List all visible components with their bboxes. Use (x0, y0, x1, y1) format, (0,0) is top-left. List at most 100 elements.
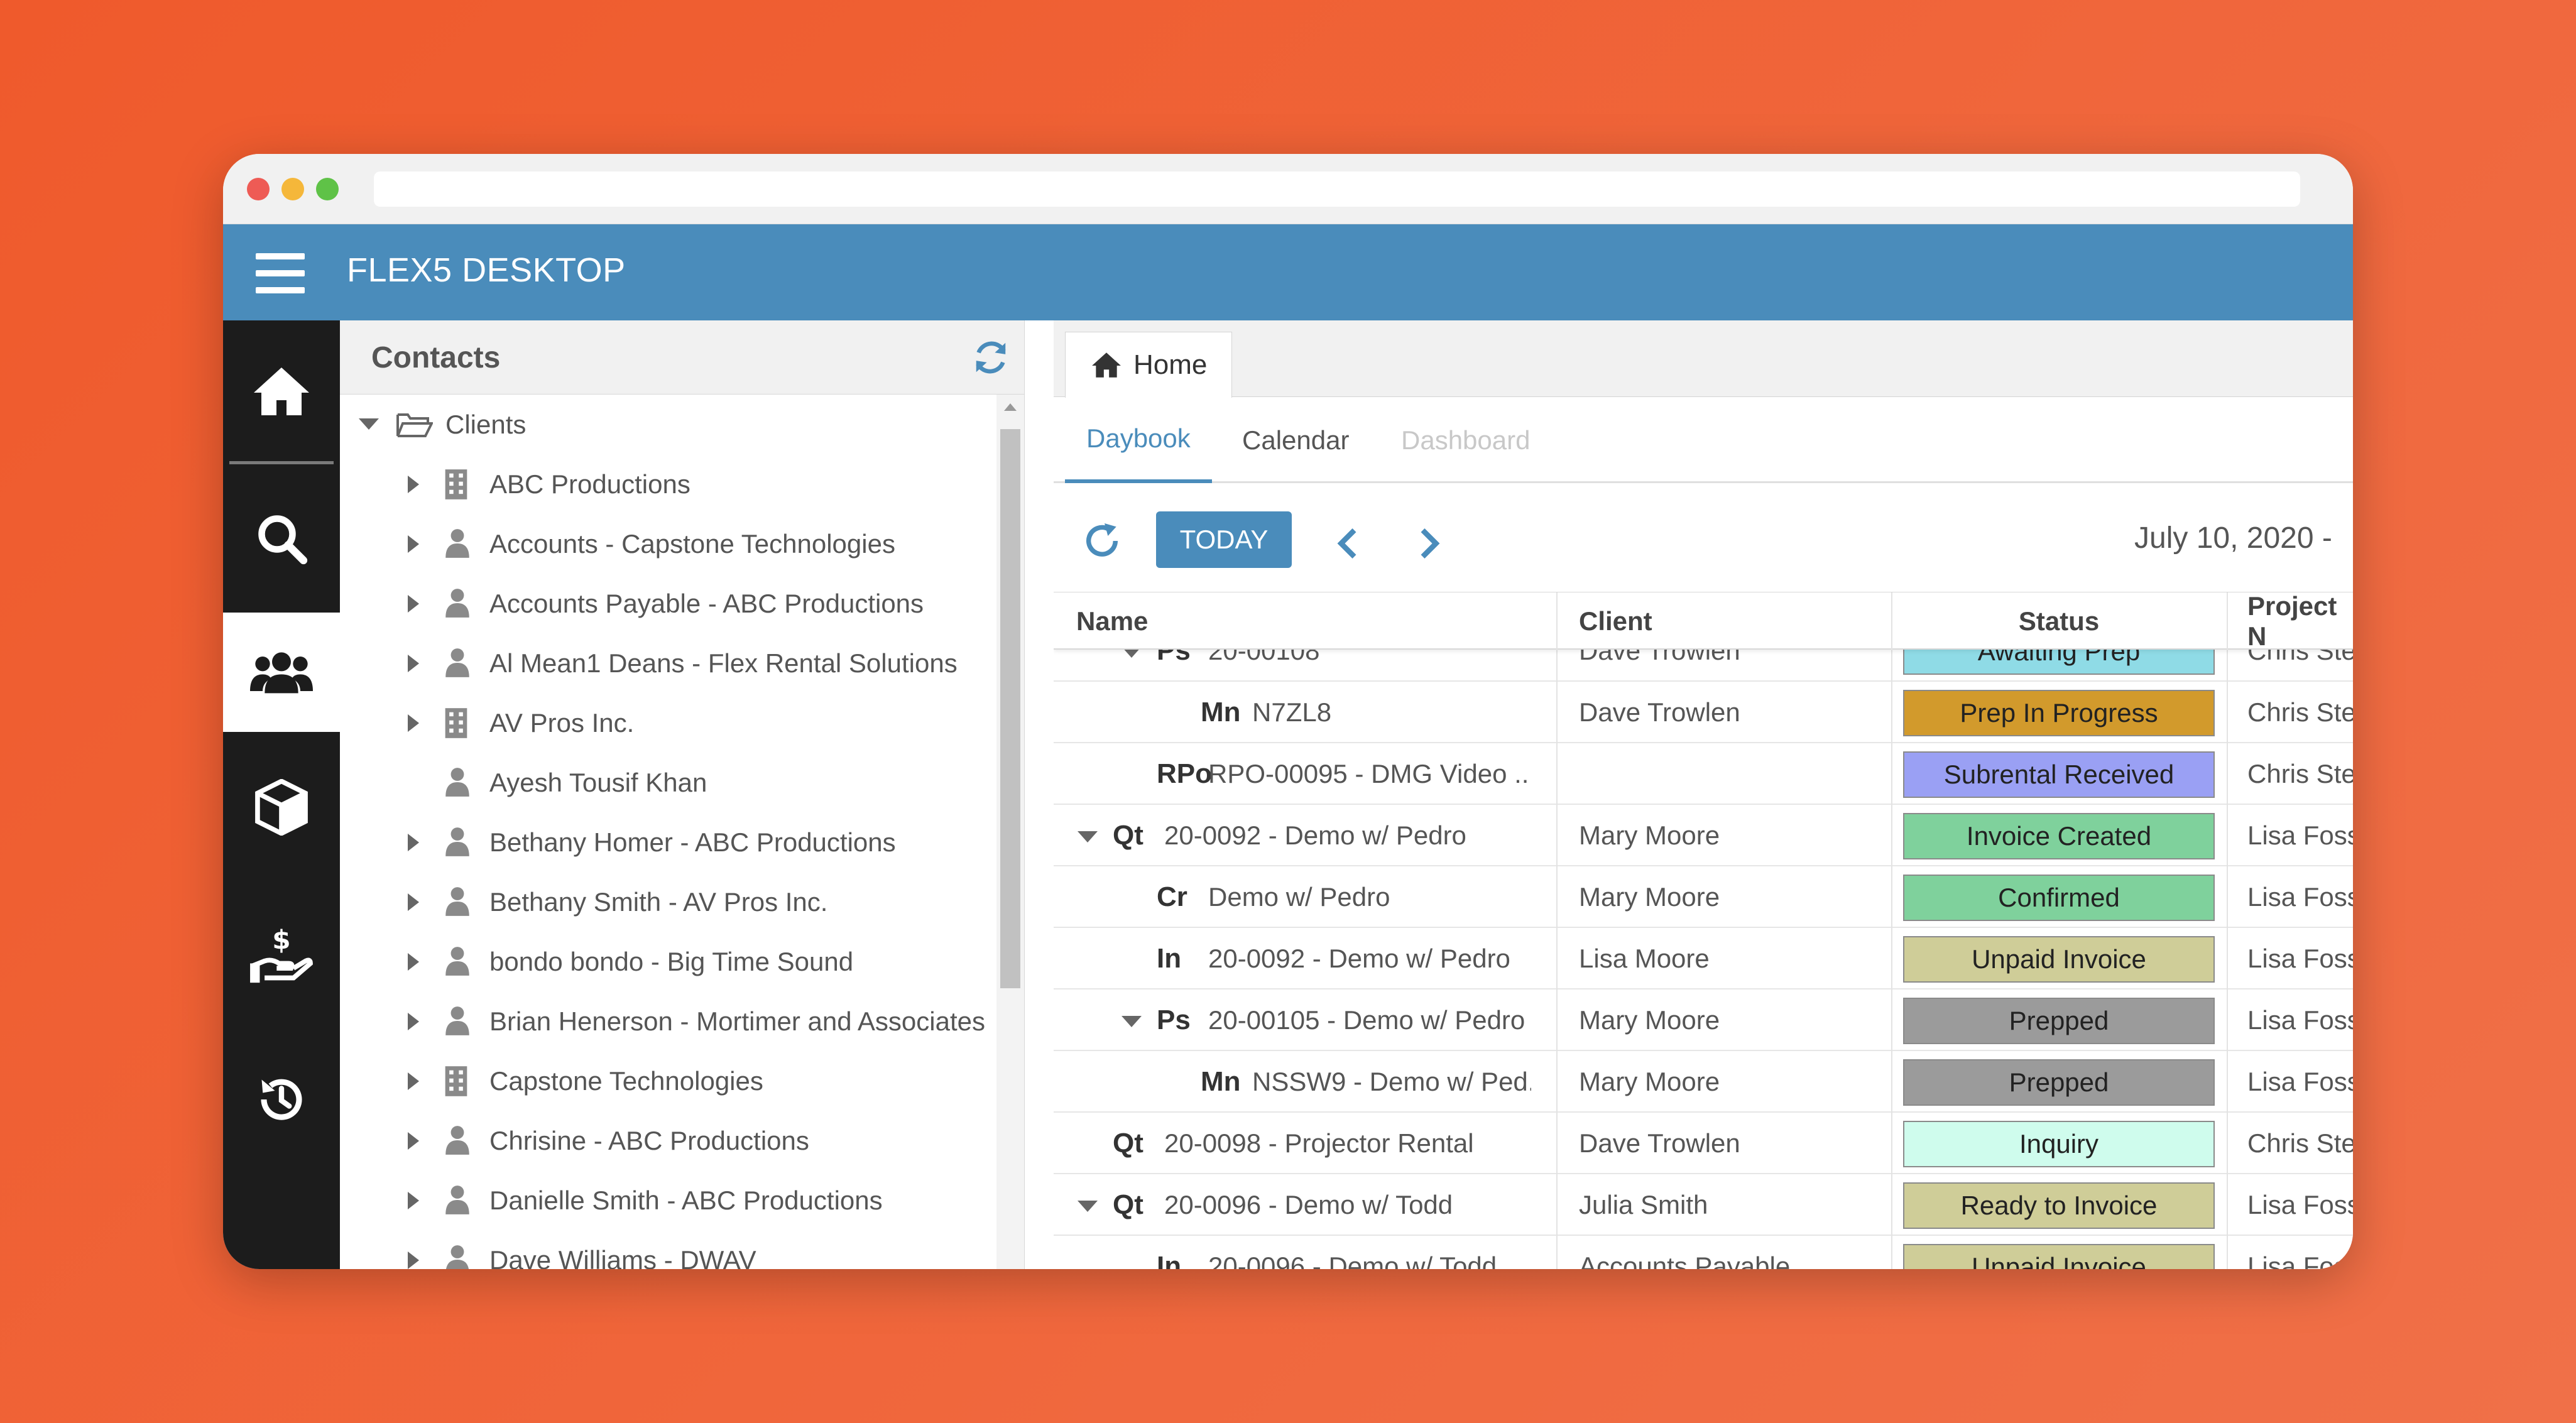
column-header-client[interactable]: Client (1579, 592, 1652, 650)
current-date: July 10, 2020 - (2134, 521, 2332, 555)
nav-finance[interactable]: $ (223, 883, 340, 1027)
chevron-right-icon[interactable] (408, 535, 419, 553)
table-row[interactable]: Qt 20-0092 - Demo w/ Pedro Mary Moore Invoi… (1054, 805, 2353, 866)
chevron-right-icon[interactable] (408, 595, 419, 613)
chevron-right-icon[interactable] (408, 834, 419, 851)
row-client: Dave Trowlen (1579, 1128, 1740, 1158)
chevron-left-icon[interactable] (1334, 526, 1362, 561)
chevron-down-icon[interactable] (359, 418, 379, 430)
contact-list-item[interactable]: Danielle Smith - ABC Productions (340, 1170, 1012, 1230)
table-row[interactable]: In 20-0096 - Demo w/ Todd Accounts Payable… (1054, 1236, 2353, 1269)
row-name: 20-00105 - Demo w/ Pedro (1208, 1005, 1525, 1035)
table-row[interactable]: Mn NSSW9 - Demo w/ Ped... Mary Moore Preppe… (1054, 1051, 2353, 1113)
row-project-manager: Lisa Foss (2247, 1067, 2353, 1096)
column-divider (1891, 1113, 1892, 1174)
status-badge: Prepped (1903, 1059, 2215, 1106)
chevron-right-icon[interactable] (1416, 526, 1443, 561)
nav-search[interactable] (223, 464, 340, 613)
tree-root-clients[interactable]: Clients (340, 395, 1012, 454)
today-button[interactable]: TODAY (1156, 511, 1292, 568)
close-window-button[interactable] (247, 178, 270, 200)
contact-list-item[interactable]: Accounts - Capstone Technologies (340, 514, 1012, 574)
grid-header: Name Client Status Project N (1054, 592, 2353, 651)
contacts-header: Contacts (340, 320, 1024, 395)
contacts-scrollbar[interactable] (996, 395, 1024, 1269)
status-badge: Prepped (1903, 998, 2215, 1044)
column-divider (1556, 1174, 1558, 1236)
status-badge: Inquiry (1903, 1121, 2215, 1167)
record-type-icon: In (1157, 1251, 1182, 1269)
chevron-right-icon[interactable] (408, 655, 419, 672)
scrollbar-thumb[interactable] (1000, 429, 1020, 988)
contact-list-item[interactable]: Bethany Smith - AV Pros Inc. (340, 872, 1012, 932)
column-header-status[interactable]: Status (1891, 592, 2227, 650)
table-row[interactable]: Qt 20-0096 - Demo w/ Todd Julia Smith Ready… (1054, 1174, 2353, 1236)
address-bar[interactable] (374, 172, 2300, 207)
nav-inventory[interactable] (223, 732, 340, 883)
column-header-project-manager[interactable]: Project N (2247, 592, 2353, 651)
contact-list-item[interactable]: Chrisine - ABC Productions (340, 1111, 1012, 1170)
record-type-icon: Mn (1201, 697, 1241, 728)
row-client: Mary Moore (1579, 1067, 1720, 1096)
table-row[interactable]: Qt 20-0098 - Projector Rental Dave Trowlen… (1054, 1113, 2353, 1174)
person-icon (444, 946, 471, 983)
table-row[interactable]: RPo RPO-00095 - DMG Video ... Subrental Re… (1054, 743, 2353, 805)
refresh-icon[interactable] (1082, 521, 1122, 561)
contact-list-item[interactable]: Dave Williams - DWAV (340, 1230, 1012, 1269)
contact-list-item[interactable]: AV Pros Inc. (340, 693, 1012, 753)
nav-history[interactable] (223, 1027, 340, 1172)
tab-home[interactable]: Home (1065, 332, 1232, 398)
contact-list-item[interactable]: bondo bondo - Big Time Sound (340, 932, 1012, 991)
person-icon (444, 1005, 471, 1043)
row-name: Demo w/ Pedro (1208, 882, 1390, 912)
chevron-down-icon[interactable] (1122, 1016, 1142, 1027)
tab-dashboard[interactable]: Dashboard (1401, 397, 1530, 483)
chevron-right-icon[interactable] (408, 1192, 419, 1209)
scroll-up-icon[interactable] (1004, 403, 1017, 411)
contacts-tree: Clients ABC Productions Accounts - Capsto… (340, 395, 1012, 1269)
table-row[interactable]: In 20-0092 - Demo w/ Pedro Lisa Moore Unpai… (1054, 928, 2353, 990)
table-row[interactable]: Mn N7ZL8 Dave Trowlen Prep In Progress Chris… (1054, 682, 2353, 743)
chevron-down-icon[interactable] (1078, 1201, 1098, 1212)
tab-daybook[interactable]: Daybook (1065, 397, 1212, 483)
row-project-manager: Lisa Foss (2247, 1005, 2353, 1035)
contact-list-item[interactable]: Capstone Technologies (340, 1051, 1012, 1111)
chevron-right-icon[interactable] (408, 714, 419, 732)
contact-label: Accounts Payable - ABC Productions (489, 588, 924, 618)
chevron-right-icon[interactable] (408, 1013, 419, 1030)
table-row[interactable]: Ps 20-00105 - Demo w/ Pedro Mary Moore Prep… (1054, 990, 2353, 1051)
chevron-right-icon[interactable] (408, 1132, 419, 1150)
contact-list-item[interactable]: Ayesh Tousif Khan (340, 753, 1012, 812)
chevron-right-icon[interactable] (408, 1072, 419, 1090)
contact-list-item[interactable]: Bethany Homer - ABC Productions (340, 812, 1012, 872)
record-type-icon: Mn (1201, 1066, 1241, 1097)
chevron-down-icon[interactable] (1078, 831, 1098, 842)
column-divider (1556, 682, 1558, 743)
tab-calendar[interactable]: Calendar (1242, 397, 1349, 483)
person-icon (444, 587, 471, 625)
column-divider (1891, 866, 1892, 928)
chevron-right-icon[interactable] (408, 893, 419, 911)
contact-list-item[interactable]: ABC Productions (340, 454, 1012, 514)
nav-contacts[interactable] (223, 613, 340, 732)
refresh-contacts-icon[interactable] (971, 338, 1010, 377)
minimize-window-button[interactable] (281, 178, 304, 200)
subtab-bar: Daybook Calendar Dashboard (1054, 397, 2353, 483)
column-divider (1891, 1236, 1892, 1269)
nav-home[interactable] (223, 320, 340, 462)
chevron-right-icon[interactable] (408, 953, 419, 971)
contact-label: Al Mean1 Deans - Flex Rental Solutions (489, 648, 958, 678)
contact-list-item[interactable]: Accounts Payable - ABC Productions (340, 574, 1012, 633)
contacts-panel: Contacts Clients ABC Productions Accounts… (340, 320, 1025, 1269)
chevron-right-icon[interactable] (408, 1251, 419, 1269)
row-project-manager: Chris Ste (2247, 759, 2353, 788)
menu-icon[interactable] (256, 253, 305, 293)
row-client: Julia Smith (1579, 1190, 1708, 1219)
contact-list-item[interactable]: Al Mean1 Deans - Flex Rental Solutions (340, 633, 1012, 693)
contact-list-item[interactable]: Brian Henerson - Mortimer and Associates (340, 991, 1012, 1051)
chevron-right-icon[interactable] (408, 476, 419, 493)
maximize-window-button[interactable] (316, 178, 339, 200)
table-row[interactable]: Cr Demo w/ Pedro Mary Moore Confirmed Lisa F… (1054, 866, 2353, 928)
column-header-name[interactable]: Name (1076, 592, 1148, 650)
contacts-icon (250, 652, 313, 694)
